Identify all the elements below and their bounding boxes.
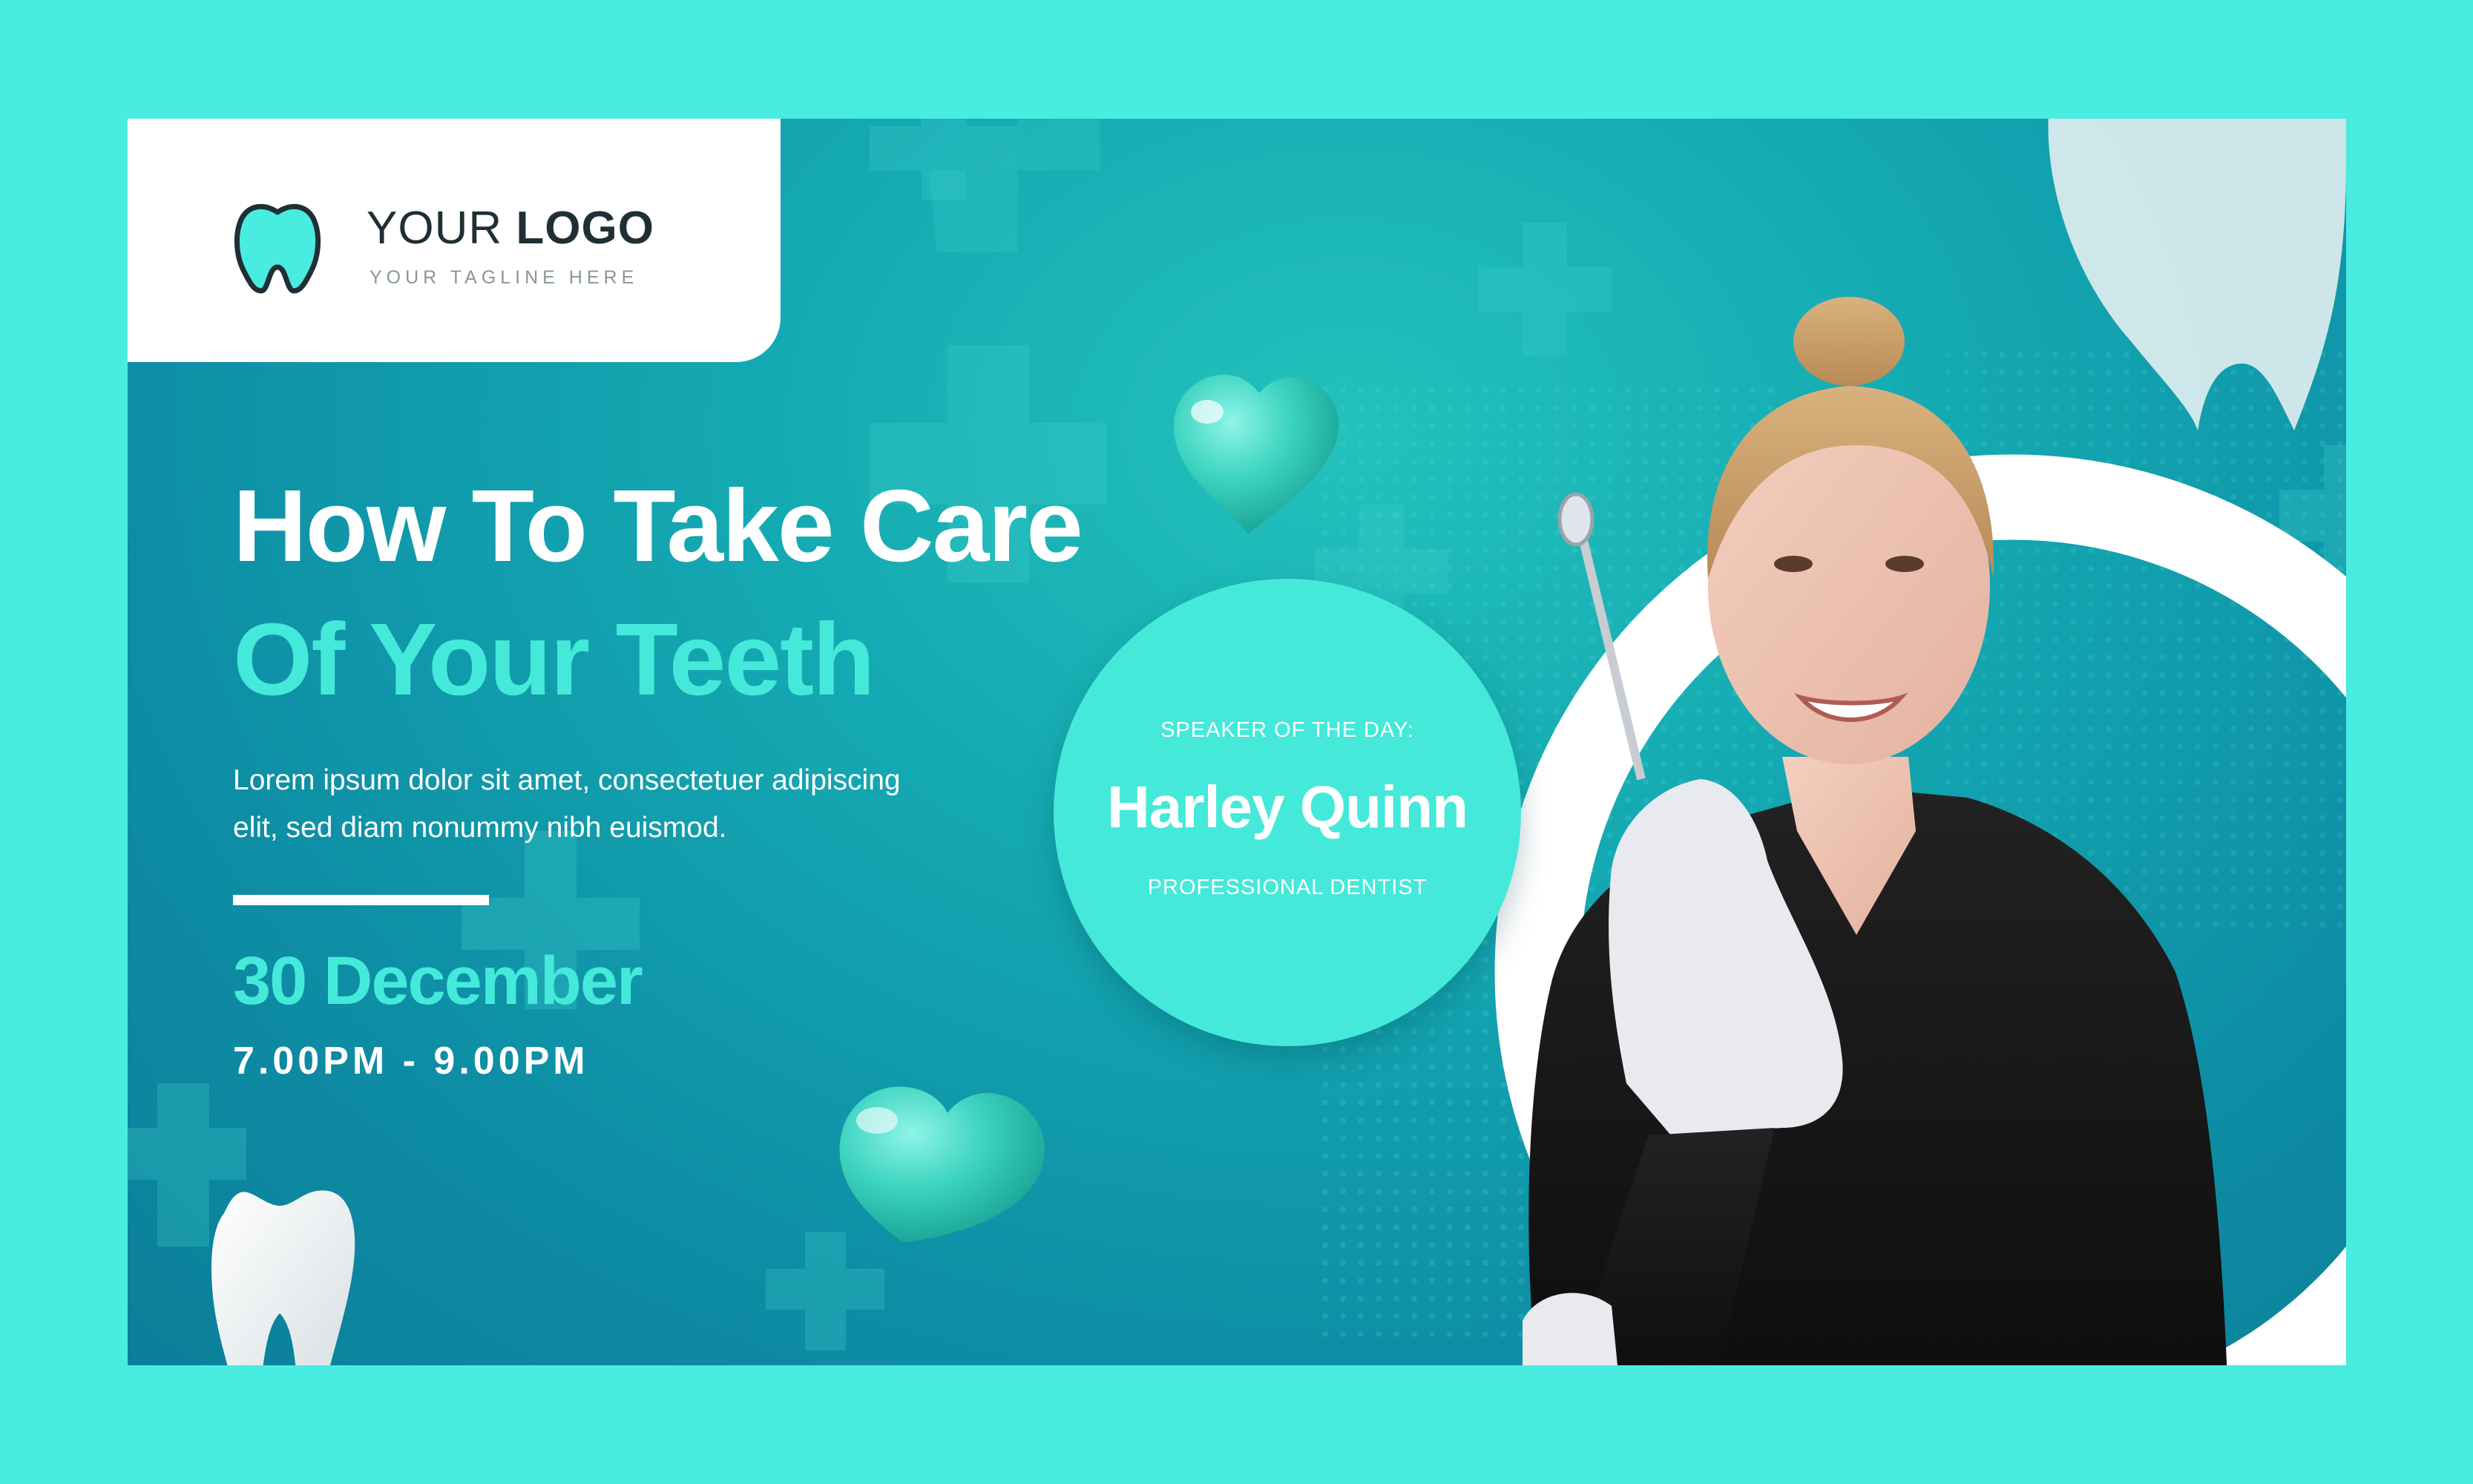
tooth-icon [211,1190,355,1365]
divider [233,895,489,905]
event-time: 7.00PM - 9.00PM [233,1040,589,1083]
banner: YOUR LOGO YOUR TAGLINE HERE How To Take … [128,119,2346,1365]
logo-title: YOUR LOGO [367,202,654,255]
speaker-role: PROFESSIONAL DENTIST [1147,876,1428,899]
event-date: 30 December [233,943,643,1019]
speaker-badge: SPEAKER OF THE DAY: Harley Quinn PROFESS… [1054,579,1521,1046]
headline-line-2: Of Your Teeth [233,603,875,717]
logo-card[interactable]: YOUR LOGO YOUR TAGLINE HERE [128,119,781,362]
logo-title-bold: LOGO [516,203,654,254]
body-text-line-2: elit, sed diam nonummy nibh euismod. [233,812,727,844]
logo-tagline: YOUR TAGLINE HERE [370,267,639,288]
poster-frame: YOUR LOGO YOUR TAGLINE HERE How To Take … [0,0,2473,1484]
heart-icon [1174,375,1339,534]
headline-line-1: How To Take Care [233,469,1083,583]
speaker-label: SPEAKER OF THE DAY: [1160,718,1414,742]
body-text: Lorem ipsum dolor sit amet, consectetuer… [233,757,997,852]
tooth-icon [234,204,321,294]
logo-title-regular: YOUR [367,203,503,254]
body-text-line-1: Lorem ipsum dolor sit amet, consectetuer… [233,764,901,796]
heart-icon [839,1086,1045,1243]
speaker-name: Harley Quinn [1107,774,1468,840]
